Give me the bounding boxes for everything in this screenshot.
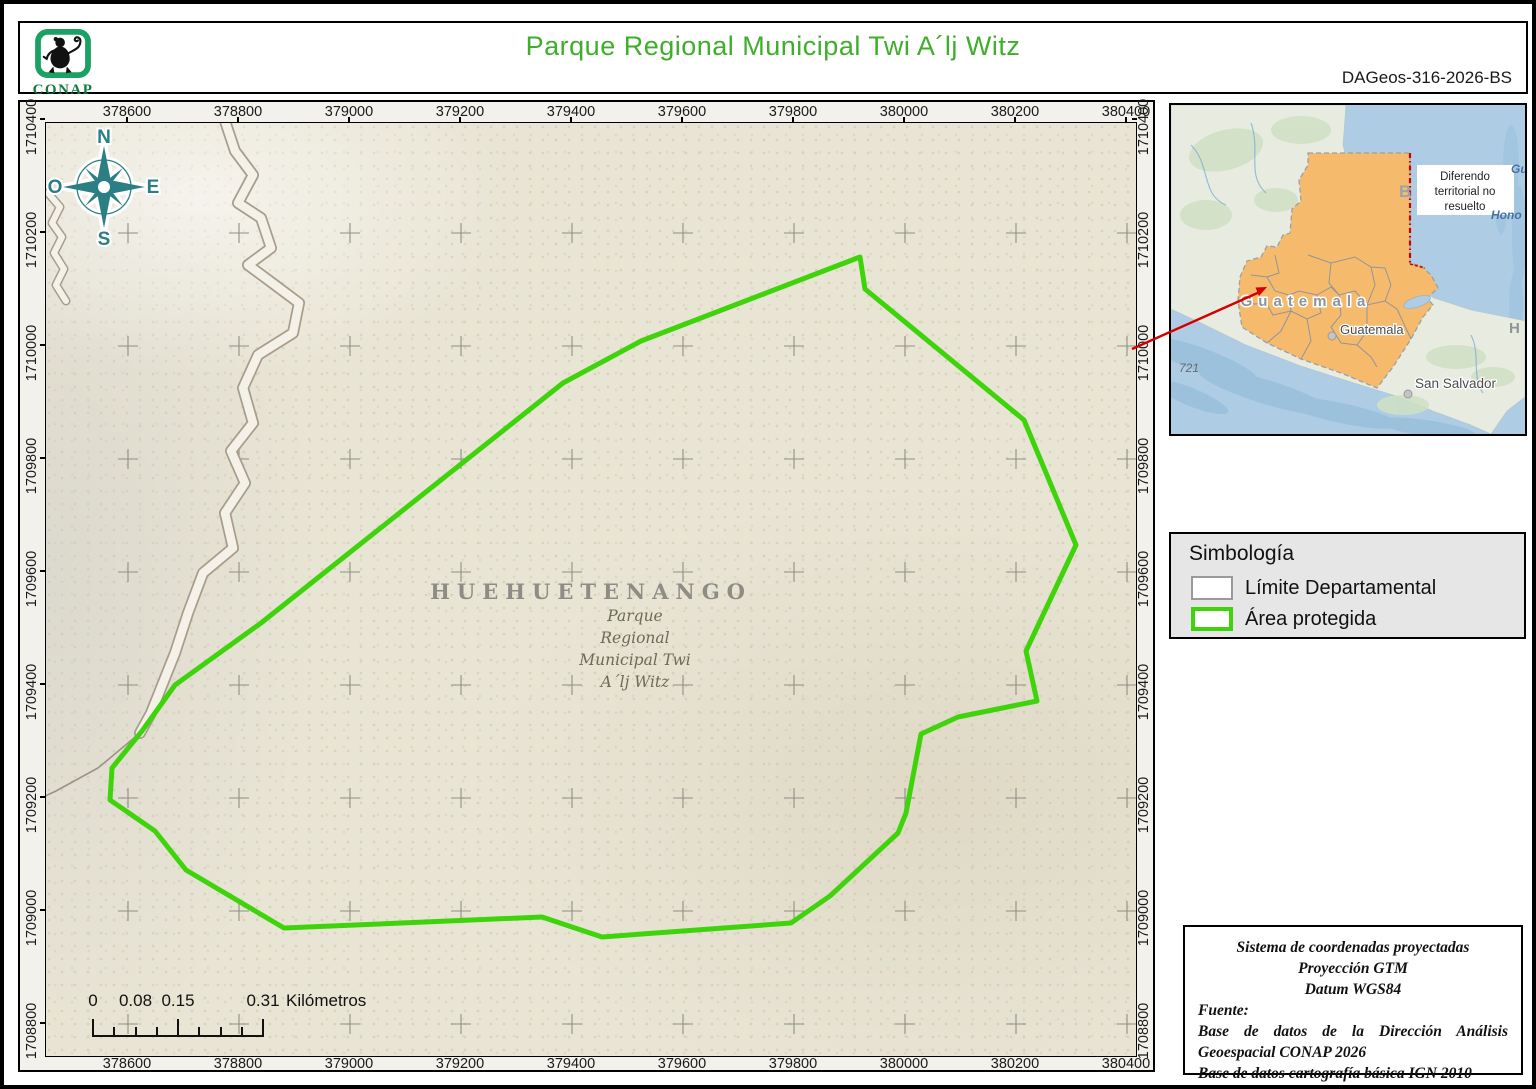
axis-tick (1132, 118, 1137, 120)
scale-bar-tick (134, 1027, 137, 1037)
capital-city-label: Guatemala (1340, 322, 1404, 337)
header: CONAP Parque Regional Municipal Twi A´lj… (18, 21, 1528, 98)
y-axis-label: 1709400 (1136, 663, 1152, 721)
y-axis-label: 1709600 (1136, 550, 1152, 608)
x-axis-label: 379400 (546, 1056, 596, 1072)
y-axis-label: 1710200 (1136, 211, 1152, 269)
x-axis-label: 379600 (657, 1056, 707, 1072)
legend-item-departmental-limit: Límite Departamental (1191, 575, 1436, 601)
map-canvas: HUEHUETENANGO Parque Regional Municipal … (45, 122, 1137, 1057)
scale-bar-tick (262, 1019, 264, 1037)
belize-label-fragment: B (1399, 182, 1411, 201)
scale-bar-tick (155, 1027, 158, 1037)
conap-logo-text: CONAP (32, 82, 94, 98)
scale-bar-value: 0.15 (161, 991, 195, 1010)
y-axis-label: 1708800 (24, 1002, 40, 1060)
coordinate-system-info-box: Sistema de coordenadas proyectadas Proye… (1183, 925, 1523, 1082)
scale-bar-tick (177, 1019, 179, 1037)
x-axis-label: 380000 (879, 1056, 929, 1072)
san-salvador-label: San Salvador (1415, 376, 1497, 391)
scale-bar-value: 0 (88, 991, 98, 1010)
y-axis-label: 1710400 (1136, 98, 1152, 156)
compass-rose: N E S O (46, 125, 161, 249)
compass-north-label: N (97, 127, 111, 148)
gulf-label-fragment2: Hono (1491, 208, 1522, 222)
department-label: HUEHUETENANGO (430, 579, 752, 604)
source-line: Base de datos cartografía básica IGN 201… (1198, 1065, 1472, 1082)
inset-country-label: Guatemala (1241, 293, 1372, 310)
gulf-label-fragment: Gu (1511, 162, 1525, 176)
scale-bar-tick (219, 1027, 222, 1037)
protected-area-swatch (1191, 607, 1233, 631)
note-line: territorial no (1435, 186, 1496, 198)
y-axis-label: 1709000 (1136, 889, 1152, 947)
x-axis-label: 379000 (324, 1056, 374, 1072)
note-line: Diferendo (1440, 171, 1490, 183)
inset-geometry: B Diferendo territorial no resuelto Guat… (1171, 105, 1525, 434)
y-axis-label: 1710000 (24, 324, 40, 382)
scale-bar-tick (198, 1027, 201, 1037)
source-label: Fuente: (1198, 1002, 1249, 1019)
scale-bar-tick (113, 1027, 116, 1037)
y-axis-label: 1709800 (24, 437, 40, 495)
y-axis-label: 1710200 (24, 211, 40, 269)
y-axis-label: 1709200 (24, 776, 40, 834)
scale-bar-tick (240, 1027, 243, 1037)
map-document-page: CONAP Parque Regional Municipal Twi A´lj… (0, 0, 1536, 1089)
y-axis-label: 1708800 (1136, 1002, 1152, 1060)
y-axis-label: 1709600 (24, 550, 40, 608)
page-title: Parque Regional Municipal Twi A´lj Witz (525, 31, 1021, 61)
capital-city-dot (1327, 331, 1337, 341)
scale-bar: 0 0.08 0.15 0.31 Kilómetros (76, 991, 436, 1041)
scale-bar-value: 0.31 (246, 991, 280, 1010)
y-axis-label: 1709000 (24, 889, 40, 947)
scale-bar-value: 0.08 (118, 991, 153, 1010)
y-axis-label: 1709400 (24, 663, 40, 721)
note-line: resuelto (1445, 201, 1486, 213)
trail-road (46, 732, 141, 797)
legend-title: Simbología (1189, 542, 1295, 565)
main-map-frame: 378600 378600 378800 378800 379000 379000 3792… (18, 98, 1155, 1072)
y-axis-label: 1709800 (1136, 437, 1152, 495)
san-salvador-dot (1403, 389, 1413, 399)
x-axis-label: 380200 (990, 1056, 1040, 1072)
legend: Simbología Límite Departamental Área pro… (1169, 532, 1526, 639)
departmental-limit-swatch (1191, 576, 1233, 600)
crs-line: Datum WGS84 (1304, 981, 1402, 998)
x-axis-label: 378600 (102, 1056, 152, 1072)
honduras-label-fragment: H o (1509, 320, 1525, 337)
park-name-label: Parque Regional Municipal Twi A´lj Witz (579, 607, 691, 691)
compass-south-label: S (98, 229, 111, 249)
x-axis-label: 379800 (768, 1056, 818, 1072)
x-axis-label: 379200 (435, 1056, 485, 1072)
scale-bar-unit: Kilómetros (286, 991, 367, 1010)
document-id: DAGeos-316-2026-BS (1341, 68, 1512, 87)
axis-tick (40, 118, 45, 120)
elevation-label: 721 (1179, 361, 1199, 375)
y-axis-label: 1710000 (1136, 324, 1152, 382)
crs-line: Proyección GTM (1298, 960, 1408, 977)
compass-west-label: O (48, 177, 63, 198)
crs-line: Sistema de coordenadas proyectadas (1236, 939, 1470, 956)
scale-bar-tick (92, 1019, 94, 1037)
source-paragraph: Base de datos de la Dirección Análisis G… (1198, 1023, 1508, 1061)
legend-item-protected-area: Área protegida (1191, 606, 1376, 632)
x-axis-label: 378800 (213, 1056, 263, 1072)
inset-locator-map: B Diferendo territorial no resuelto Guat… (1169, 103, 1527, 436)
compass-east-label: E (147, 177, 160, 198)
y-axis-label: 1709200 (1136, 776, 1152, 834)
y-axis-label: 1710400 (24, 98, 40, 156)
